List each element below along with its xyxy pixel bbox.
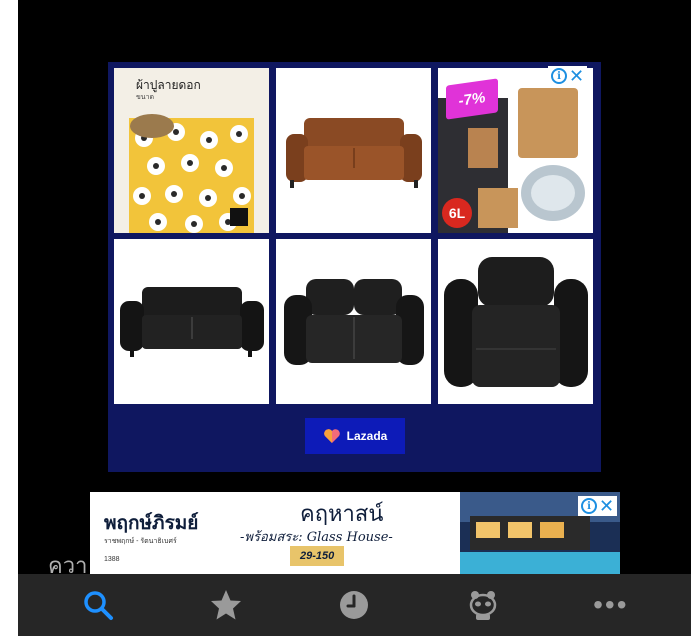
black-loveseat-image [276,239,431,404]
tab-more[interactable]: ••• [581,575,641,635]
app-screen: ผ้าปูลายดอก ขนาด -7% 6L Lazada i ✕ พฤกษ์… [18,0,691,636]
brand-location: ราชพฤกษ์ - รัตนาธิเบศร์ [104,538,177,545]
real-estate-banner-ad[interactable]: พฤกษ์ภิรมย์ ราชพฤกษ์ - รัตนาธิเบศร์ 1388… [90,492,620,574]
lazada-heart-icon [323,429,340,443]
brand-panel: พฤกษ์ภิรมย์ ราชพฤกษ์ - รัตนาธิเบศร์ 1388 [90,492,210,574]
tab-history[interactable] [324,575,384,635]
black-sofa-image [114,239,269,404]
ad-choices-banner[interactable]: i ✕ [578,496,618,516]
more-icon: ••• [593,589,629,620]
lazada-button[interactable]: Lazada [305,418,405,454]
black-loveseat-tile[interactable] [276,239,431,404]
lazada-label: Lazada [346,429,388,443]
product-grid-ad[interactable]: ผ้าปูลายดอก ขนาด -7% 6L Lazada [108,62,601,472]
brand-phone: 1388 [104,556,120,563]
capacity-badge: 6L [442,198,472,228]
black-sofa-tile[interactable] [114,239,269,404]
tab-favorites[interactable] [196,575,256,635]
ad-choices-top[interactable]: i ✕ [548,66,588,86]
clock-icon [340,591,369,619]
close-icon[interactable]: ✕ [599,497,614,515]
banner-subline: -พร้อมสระ: Glass House- [240,530,393,545]
headline-panel: คฤหาสน์ -พร้อมสระ: Glass House- 29-150 [210,492,460,574]
panda-icon [469,591,496,620]
info-icon[interactable]: i [551,68,567,84]
black-armchair-image [438,239,593,404]
info-icon[interactable]: i [581,498,597,514]
close-icon[interactable]: ✕ [569,67,584,85]
bottom-toolbar: ••• [18,574,691,636]
brown-sofa-image [276,68,431,233]
tab-search[interactable] [68,575,128,635]
tab-panda[interactable] [453,575,513,635]
search-icon [84,591,114,620]
brand-name: พฤกษ์ภิรมย์ [104,512,199,534]
brown-sofa-tile[interactable] [276,68,431,233]
star-icon [211,590,242,620]
black-armchair-tile[interactable] [438,239,593,404]
banner-price: 29-150 [290,546,345,566]
lunch-bag-tile[interactable]: -7% 6L [438,68,593,233]
fabric-product-tile[interactable]: ผ้าปูลายดอก ขนาด [114,68,269,233]
fabric-size: ขนาด [136,93,155,101]
